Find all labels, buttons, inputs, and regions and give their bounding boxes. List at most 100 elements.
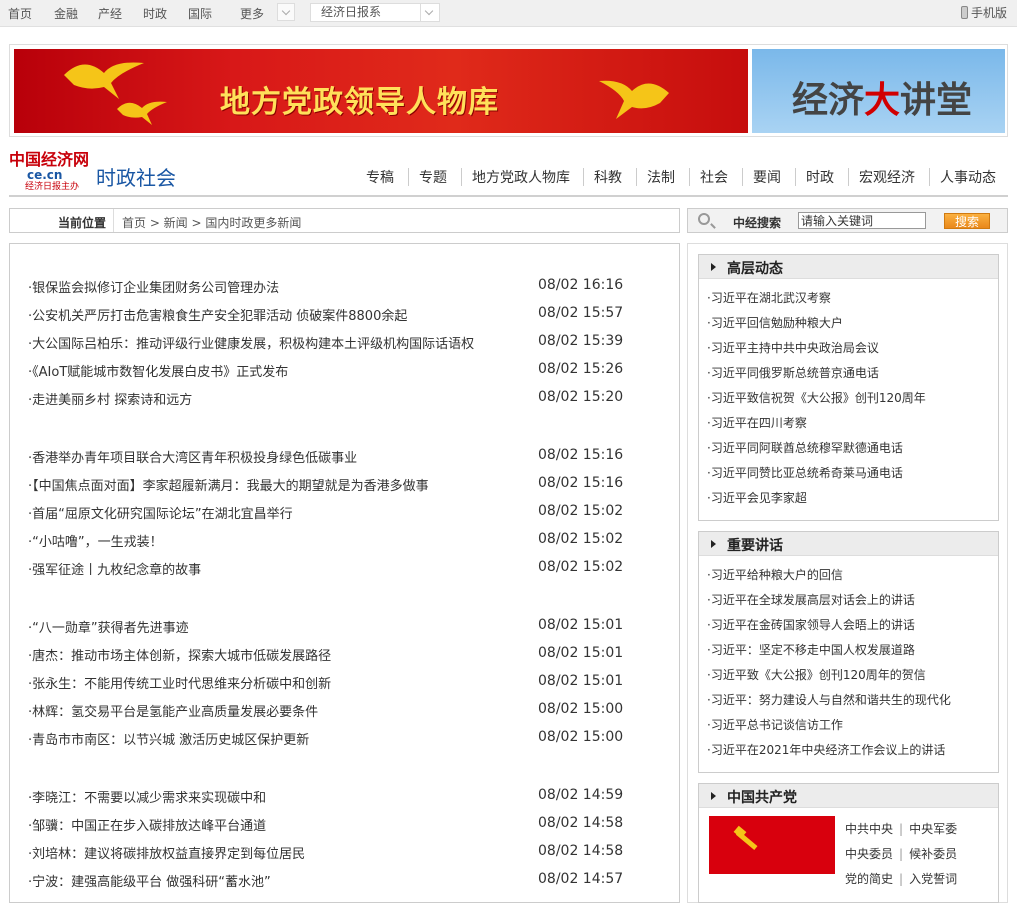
news-title-link[interactable]: ·公安机关严厉打击危害粮食生产安全犯罪活动 侦破案件8800余起: [28, 305, 407, 324]
news-title-link[interactable]: ·强军征途丨九枚纪念章的故事: [28, 559, 201, 578]
sidebar-link[interactable]: ·习近平在2021年中央经济工作会议上的讲话: [707, 741, 945, 758]
channel-nav-headlines[interactable]: 要闻: [753, 167, 781, 187]
news-date: 08/02 15:01: [538, 617, 624, 633]
top-nav-industry[interactable]: 产经: [98, 5, 122, 22]
economy-lecture-logo: 经济大讲堂: [792, 79, 973, 121]
alternate-members-link[interactable]: 候补委员: [909, 847, 957, 861]
search-input[interactable]: [798, 212, 926, 229]
channel-nav-science-edu[interactable]: 科教: [594, 167, 622, 187]
channel-nav-features[interactable]: 专稿: [366, 167, 394, 187]
news-item: ·张永生：不能用传统工业时代思维来分析碳中和创新 08/02 15:01: [28, 671, 628, 693]
economy-lecture-banner[interactable]: 经济大讲堂: [752, 49, 1005, 133]
news-item: ·公安机关严厉打击危害粮食生产安全犯罪活动 侦破案件8800余起 08/02 15…: [28, 303, 628, 325]
search-button[interactable]: 搜索: [944, 213, 990, 229]
top-nav-politics[interactable]: 时政: [143, 5, 167, 22]
nav-divider: [461, 168, 462, 186]
news-date: 08/02 14:59: [538, 787, 624, 803]
panel-header: 高层动态: [699, 255, 998, 279]
channel-nav-topics[interactable]: 专题: [419, 167, 447, 187]
news-title-link[interactable]: ·青岛市市南区：以节兴城 激活历史城区保护更新: [28, 729, 309, 748]
site-logo[interactable]: 中国经济网 ce.cn 经济日报主办: [9, 152, 91, 193]
news-title-link[interactable]: ·香港举办青年项目联合大湾区青年积极投身绿色低碳事业: [28, 447, 357, 466]
news-item: ·青岛市市南区：以节兴城 激活历史城区保护更新 08/02 15:00: [28, 727, 628, 749]
sidebar-link[interactable]: ·习近平：坚定不移走中国人权发展道路: [707, 641, 915, 658]
sidebar-link[interactable]: ·习近平给种粮大户的回信: [707, 566, 843, 583]
news-title-link[interactable]: ·邹骥：中国正在步入碳排放达峰平台通道: [28, 815, 266, 834]
news-date: 08/02 15:57: [538, 305, 624, 321]
cpc-panel: 中国共产党 中共中央 | 中央军委 中央委员 | 候补委员 党的简史 | 入党誓词: [698, 783, 999, 903]
sidebar-link[interactable]: ·习近平总书记谈信访工作: [707, 716, 843, 733]
party-links-row: 中央委员 | 候补委员: [845, 847, 958, 861]
nav-divider: [636, 168, 637, 186]
dove-icon: [117, 101, 167, 125]
party-oath-link[interactable]: 入党誓词: [909, 872, 957, 886]
search-label: 中经搜索: [733, 216, 782, 230]
channel-nav-society[interactable]: 社会: [700, 167, 728, 187]
news-date: 08/02 15:00: [538, 729, 624, 745]
central-military-commission-link[interactable]: 中央军委: [909, 822, 957, 836]
news-date: 08/02 15:01: [538, 673, 624, 689]
news-item: ·走进美丽乡村 探索诗和远方 08/02 15:20: [28, 387, 628, 409]
sidebar-link[interactable]: ·习近平致《大公报》创刊120周年的贺信: [707, 666, 926, 683]
news-title-link[interactable]: ·宁波：建强高能级平台 做强科研“蓄水池”: [28, 871, 271, 890]
news-title-link[interactable]: ·大公国际吕柏乐：推动评级行业健康发展，积极构建本土评级机构国际话语权: [28, 333, 474, 352]
cpc-central-committee-link[interactable]: 中共中央: [845, 822, 893, 836]
channel-title: 时政社会: [96, 166, 176, 190]
sidebar-link[interactable]: ·习近平致信祝贺《大公报》创刊120周年: [707, 389, 926, 406]
sidebar-link[interactable]: ·习近平同阿联酋总统穆罕默德通电话: [707, 439, 903, 456]
sidebar-link[interactable]: ·习近平在金砖国家领导人会晤上的讲话: [707, 616, 915, 633]
news-title-link[interactable]: ·唐杰：推动市场主体创新，探索大城市低碳发展路径: [28, 645, 331, 664]
news-date: 08/02 14:58: [538, 815, 624, 831]
channel-nav-law[interactable]: 法制: [647, 167, 675, 187]
sidebar-link[interactable]: ·习近平主持中共中央政治局会议: [707, 339, 879, 356]
news-item: ·大公国际吕柏乐：推动评级行业健康发展，积极构建本土评级机构国际话语权 08/02…: [28, 331, 628, 353]
sidebar-link[interactable]: ·习近平在全球发展高层对话会上的讲话: [707, 591, 915, 608]
sidebar-link[interactable]: ·习近平同俄罗斯总统普京通电话: [707, 364, 879, 381]
panel-header: 中国共产党: [699, 784, 998, 808]
nav-divider: [583, 168, 584, 186]
news-title-link[interactable]: ·“小咕噜”，一生戎装！: [28, 531, 163, 550]
top-nav-more[interactable]: 更多: [240, 5, 264, 22]
news-title-link[interactable]: ·“八一勋章”获得者先进事迹: [28, 617, 189, 636]
sidebar-link[interactable]: ·习近平在四川考察: [707, 414, 807, 431]
channel-nav-leaders-db[interactable]: 地方党政人物库: [472, 167, 570, 187]
central-members-link[interactable]: 中央委员: [845, 847, 893, 861]
news-item: ·“小咕噜”，一生戎装！ 08/02 15:02: [28, 529, 628, 551]
sidebar-link[interactable]: ·习近平会见李家超: [707, 489, 807, 506]
sidebar-link[interactable]: ·习近平：努力建设人与自然和谐共生的现代化: [707, 691, 951, 708]
top-nav-international[interactable]: 国际: [188, 5, 212, 22]
news-title-link[interactable]: ·【中国焦点面对面】李家超履新满月：我最大的期望就是为香港多做事: [28, 475, 429, 494]
news-title-link[interactable]: ·《AIoT赋能城市数智化发展白皮书》正式发布: [28, 361, 288, 380]
mobile-version-link[interactable]: 手机版: [961, 4, 1007, 21]
party-emblem-image[interactable]: [709, 816, 835, 874]
sidebar-link[interactable]: ·习近平同赞比亚总统希奇莱马通电话: [707, 464, 903, 481]
top-nav-finance[interactable]: 金融: [54, 5, 78, 22]
news-title-link[interactable]: ·李晓江：不需要以减少需求来实现碳中和: [28, 787, 266, 806]
news-item: ·《AIoT赋能城市数智化发展白皮书》正式发布 08/02 15:26: [28, 359, 628, 381]
dove-icon: [64, 62, 144, 99]
more-dropdown-button[interactable]: [277, 3, 295, 21]
channel-nav-politics[interactable]: 时政: [806, 167, 834, 187]
news-title-link[interactable]: ·刘培林：建议将碳排放权益直接界定到每位居民: [28, 843, 305, 862]
news-title-link[interactable]: ·林辉：氢交易平台是氢能产业高质量发展必要条件: [28, 701, 318, 720]
news-date: 08/02 15:01: [538, 645, 624, 661]
news-title-link[interactable]: ·银保监会拟修订企业集团财务公司管理办法: [28, 277, 279, 296]
channel-nav-macroeconomy[interactable]: 宏观经济: [859, 167, 915, 187]
banner-title: 地方党政领导人物库: [220, 85, 499, 120]
news-title-link[interactable]: ·张永生：不能用传统工业时代思维来分析碳中和创新: [28, 673, 331, 692]
news-date: 08/02 14:58: [538, 843, 624, 859]
channel-nav-personnel[interactable]: 人事动态: [940, 167, 996, 187]
sidebar-link[interactable]: ·习近平在湖北武汉考察: [707, 289, 831, 306]
news-title-link[interactable]: ·首届“屈原文化研究国际论坛”在湖北宜昌举行: [28, 503, 293, 522]
leaders-database-banner[interactable]: 地方党政领导人物库: [14, 49, 748, 133]
top-nav-home[interactable]: 首页: [8, 5, 32, 22]
news-title-link[interactable]: ·走进美丽乡村 探索诗和远方: [28, 389, 192, 408]
panel-header: 重要讲话: [699, 532, 998, 556]
breadcrumb-path[interactable]: 首页 > 新闻 > 国内时政更多新闻: [122, 214, 301, 231]
top-navbar: 首页 金融 产经 时政 国际 更多 经济日报系 手机版: [0, 0, 1017, 27]
news-item: ·“八一勋章”获得者先进事迹 08/02 15:01: [28, 615, 628, 637]
sidebar-link[interactable]: ·习近平回信勉励种粮大户: [707, 314, 843, 331]
party-history-link[interactable]: 党的简史: [845, 872, 893, 886]
logo-slogan: 经济日报主办: [25, 182, 80, 192]
site-select[interactable]: 经济日报系: [310, 3, 440, 22]
